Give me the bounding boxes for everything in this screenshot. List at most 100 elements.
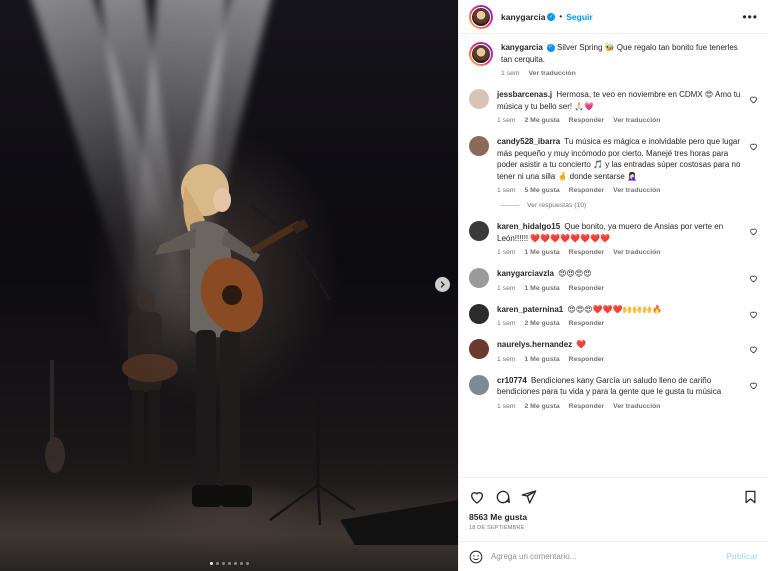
comment-time[interactable]: 1 sem	[497, 285, 516, 292]
mic-stand	[249, 203, 356, 526]
verified-badge-icon: ✓	[547, 12, 556, 21]
carousel-dot	[245, 562, 249, 565]
translate-link[interactable]: Ver traducción	[529, 70, 576, 77]
view-replies-button[interactable]: Ver respuestas (10)	[501, 202, 758, 209]
follow-button[interactable]: Seguir	[566, 12, 592, 22]
carousel-dot	[221, 562, 225, 565]
comment-item: cr10774 Bendiciones kany García un salud…	[469, 374, 758, 410]
comment-icon[interactable]	[495, 489, 511, 505]
avatar[interactable]	[469, 268, 489, 288]
comment-likes[interactable]: 1 Me gusta	[525, 356, 560, 363]
avatar[interactable]	[469, 303, 489, 324]
comment-username[interactable]: candy528_ibarra	[497, 137, 560, 146]
comment-text: ❤️	[576, 340, 587, 349]
comment-time[interactable]: 1 sem	[497, 187, 516, 194]
heart-icon[interactable]	[469, 489, 485, 505]
reply-button[interactable]: Responder	[569, 320, 605, 327]
comment-time[interactable]: 1 sem	[497, 249, 516, 256]
comment-likes[interactable]: 1 Me gusta	[525, 249, 560, 256]
post-modal: kanygarcia ✓ • Seguir ••• kanygarcia ✓ Si…	[0, 0, 768, 571]
comment-likes[interactable]: 2 Me gusta	[525, 117, 560, 124]
comment-username[interactable]: karen_paternina1	[497, 305, 563, 314]
translate-link[interactable]: Ver traducción	[613, 117, 660, 124]
avatar[interactable]	[469, 374, 489, 395]
comments-list[interactable]: kanygarcia ✓ Silver Spring 🐝 Que regalo t…	[459, 34, 768, 477]
avatar[interactable]	[469, 42, 493, 66]
heart-icon[interactable]	[749, 381, 758, 390]
comment-username[interactable]: naurelys.hernandez	[497, 340, 572, 349]
share-icon[interactable]	[521, 489, 537, 505]
post-header: kanygarcia ✓ • Seguir •••	[459, 0, 768, 34]
carousel-dot	[209, 562, 213, 565]
comment-username[interactable]: cr10774	[497, 376, 527, 385]
background-musician	[122, 289, 178, 470]
comment-item: kanygarciavzla 😍😍😍😍 1 sem 1 Me gusta Res…	[469, 268, 758, 292]
comment-time[interactable]: 1 sem	[497, 356, 516, 363]
bookmark-icon[interactable]	[743, 489, 758, 505]
translate-link[interactable]: Ver traducción	[613, 403, 660, 410]
carousel-dot	[233, 562, 237, 565]
comment-username[interactable]: jessbarcenas.j	[497, 90, 552, 99]
avatar[interactable]	[469, 4, 493, 29]
comment-username[interactable]: kanygarciavzla	[497, 269, 554, 278]
heart-icon[interactable]	[749, 95, 758, 104]
carousel-indicator	[0, 562, 458, 565]
post-date[interactable]: 18 de septiembre	[469, 525, 758, 531]
comment-likes[interactable]: 2 Me gusta	[525, 403, 560, 410]
add-comment-bar: Publicar	[459, 541, 768, 571]
carousel-next-button[interactable]	[435, 277, 450, 292]
reply-button[interactable]: Responder	[569, 356, 605, 363]
caption-time[interactable]: 1 sem	[501, 70, 520, 77]
post-panel: kanygarcia ✓ • Seguir ••• kanygarcia ✓ Si…	[458, 0, 768, 571]
guitar-stand	[45, 360, 65, 473]
avatar[interactable]	[469, 339, 489, 359]
reply-button[interactable]: Responder	[569, 187, 605, 194]
comment-likes[interactable]: 1 Me gusta	[525, 285, 560, 292]
comment-username[interactable]: karen_hidalgo15	[497, 222, 560, 231]
comment-time[interactable]: 1 sem	[497, 320, 516, 327]
view-replies-label: Ver respuestas (10)	[527, 202, 587, 209]
heart-icon[interactable]	[749, 345, 758, 354]
add-comment-input[interactable]	[491, 552, 727, 561]
heart-icon[interactable]	[749, 274, 758, 283]
reply-button[interactable]: Responder	[569, 249, 605, 256]
comment-item: karen_hidalgo15 Que bonito, ya muero de …	[469, 221, 758, 256]
heart-icon[interactable]	[749, 142, 758, 151]
post-caption: kanygarcia ✓ Silver Spring 🐝 Que regalo t…	[469, 42, 758, 77]
comment-item: karen_paternina1 😍😍😍❤️❤️❤️🙌🙌🙌🔥 1 sem 2 M…	[469, 303, 758, 327]
author-username[interactable]: kanygarcia	[501, 12, 545, 22]
heart-icon[interactable]	[749, 310, 758, 319]
translate-link[interactable]: Ver traducción	[613, 187, 660, 194]
comment-time[interactable]: 1 sem	[497, 403, 516, 410]
reply-button[interactable]: Responder	[569, 403, 605, 410]
verified-badge-icon: ✓	[546, 43, 555, 52]
post-photo[interactable]	[0, 0, 458, 571]
emoji-icon[interactable]	[469, 550, 483, 564]
comment-item: jessbarcenas.j Hermosa, te veo en noviem…	[469, 89, 758, 124]
like-count[interactable]: 8563 Me gusta	[469, 512, 758, 522]
reply-button[interactable]: Responder	[569, 285, 605, 292]
avatar[interactable]	[469, 136, 489, 156]
heart-icon[interactable]	[749, 227, 758, 236]
carousel-dot	[215, 562, 219, 565]
replies-divider	[501, 205, 519, 206]
reply-button[interactable]: Responder	[569, 117, 605, 124]
translate-link[interactable]: Ver traducción	[613, 249, 660, 256]
singer	[155, 164, 260, 507]
comment-time[interactable]: 1 sem	[497, 117, 516, 124]
caption-username[interactable]: kanygarcia	[501, 43, 543, 52]
comment-likes[interactable]: 5 Me gusta	[525, 187, 560, 194]
comment-text: 😍😍😍😍	[558, 269, 592, 278]
comment-likes[interactable]: 2 Me gusta	[525, 320, 560, 327]
comment-item: candy528_ibarra Tu música es mágica e in…	[469, 136, 758, 194]
comment-text: 😍😍😍❤️❤️❤️🙌🙌🙌🔥	[567, 304, 663, 314]
post-actions: 8563 Me gusta 18 de septiembre	[459, 477, 768, 531]
more-options-icon[interactable]: •••	[742, 10, 758, 24]
carousel-dot	[227, 562, 231, 565]
stage-monitor	[340, 500, 458, 545]
avatar[interactable]	[469, 221, 489, 241]
publish-button[interactable]: Publicar	[726, 552, 758, 561]
comment-item: naurelys.hernandez ❤️ 1 sem 1 Me gusta R…	[469, 339, 758, 363]
avatar[interactable]	[469, 89, 489, 109]
concert-scene	[45, 164, 458, 545]
